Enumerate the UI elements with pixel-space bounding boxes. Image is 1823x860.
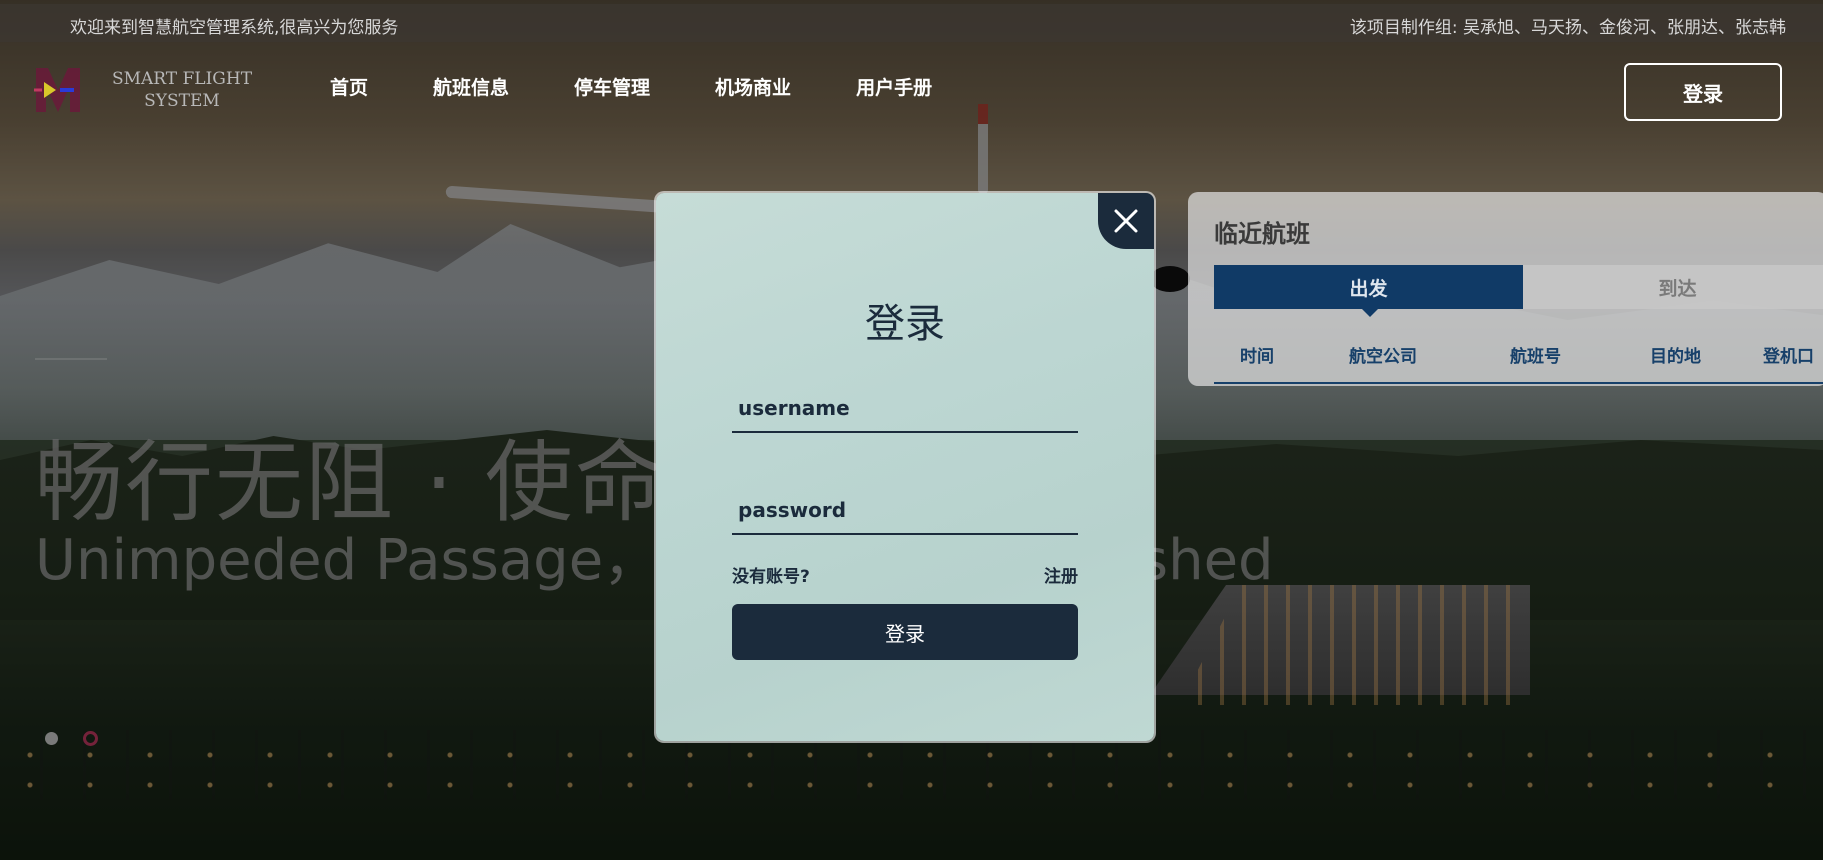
flights-title: 临近航班	[1214, 220, 1310, 248]
logo[interactable]: SMART FLIGHT SYSTEM	[30, 62, 252, 118]
close-button[interactable]	[1098, 193, 1154, 249]
logo-icon	[34, 68, 80, 112]
top-info-bar: 欢迎来到智慧航空管理系统,很高兴为您服务 该项目制作组: 吴承旭、马天扬、金俊河…	[0, 4, 1823, 42]
flights-columns: 时间 航空公司 航班号 目的地 登机口	[1214, 342, 1823, 367]
credits-text: 该项目制作组: 吴承旭、马天扬、金俊河、张朋达、张志韩	[1349, 18, 1786, 38]
upcoming-flights-panel: 临近航班 出发 到达 时间 航空公司 航班号 目的地 登机口	[1188, 192, 1823, 386]
nav-item-home[interactable]: 首页	[330, 73, 368, 100]
column-header-gate: 登机口	[1763, 347, 1814, 367]
column-header-destination: 目的地	[1650, 347, 1701, 367]
nav-item-parking[interactable]: 停车管理	[574, 73, 650, 100]
register-link[interactable]: 注册	[1044, 562, 1078, 587]
tab-departures[interactable]: 出发	[1214, 265, 1523, 317]
nav-menu: 首页 航班信息 停车管理 机场商业 用户手册	[330, 73, 997, 100]
username-field	[732, 385, 1078, 433]
password-field	[732, 487, 1078, 535]
close-icon	[1114, 209, 1138, 233]
no-account-text: 没有账号?	[732, 567, 810, 587]
login-submit-button[interactable]: 登录	[732, 604, 1078, 660]
flights-tabs: 出发 到达	[1214, 265, 1823, 317]
column-header-flight-no: 航班号	[1510, 347, 1561, 367]
nav-item-manual[interactable]: 用户手册	[856, 73, 932, 100]
nav-login-button[interactable]: 登录	[1624, 63, 1782, 121]
column-header-airline: 航空公司	[1349, 347, 1417, 367]
logo-line-2: SYSTEM	[144, 91, 220, 111]
column-header-time: 时间	[1240, 347, 1274, 367]
tab-arrivals[interactable]: 到达	[1523, 265, 1823, 309]
logo-text: SMART FLIGHT SYSTEM	[102, 68, 262, 112]
welcome-text: 欢迎来到智慧航空管理系统,很高兴为您服务	[70, 18, 399, 38]
login-title: 登录	[865, 301, 945, 347]
main-nav: SMART FLIGHT SYSTEM 首页 航班信息 停车管理 机场商业 用户…	[0, 42, 1823, 132]
nav-item-commerce[interactable]: 机场商业	[715, 73, 791, 100]
nav-item-flights[interactable]: 航班信息	[433, 73, 509, 100]
username-input[interactable]	[732, 385, 1078, 431]
login-modal: 登录 没有账号? 注册 登录	[656, 193, 1154, 741]
logo-line-1: SMART FLIGHT	[111, 69, 253, 89]
password-input[interactable]	[732, 487, 1078, 533]
flights-divider	[1214, 382, 1823, 384]
